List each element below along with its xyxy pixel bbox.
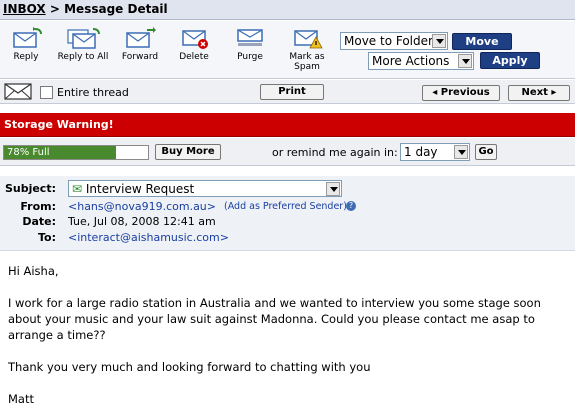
previous-label: Previous (440, 87, 490, 98)
chevron-down-icon (454, 145, 468, 159)
next-button[interactable]: Next ▸ (508, 85, 570, 101)
forward-button[interactable]: Forward (116, 27, 164, 62)
reply-label: Reply (13, 52, 39, 62)
forward-label: Forward (121, 52, 159, 62)
breadcrumb-inbox-link[interactable]: INBOX (3, 2, 46, 16)
purge-button[interactable]: Purge (228, 27, 272, 62)
mark-as-spam-label: Mark as Spam (289, 52, 325, 72)
breadcrumb: INBOX > Message Detail (3, 2, 168, 16)
remind-interval-value: 1 day (404, 145, 438, 159)
previous-button[interactable]: ◂ Previous (422, 85, 500, 101)
storage-quota-bar: 78% Full Buy More or remind me again in:… (0, 138, 575, 166)
move-to-folder-select[interactable]: Move to Folder (340, 32, 448, 50)
reply-all-icon (54, 27, 112, 49)
reply-button[interactable]: Reply (4, 27, 48, 62)
help-icon[interactable]: ? (346, 201, 356, 211)
chevron-down-icon (326, 182, 340, 196)
go-button[interactable]: Go (475, 144, 497, 160)
to-address-link[interactable]: <interact@aishamusic.com> (68, 231, 229, 244)
spam-icon (282, 27, 332, 49)
body-paragraph: I work for a large radio station in Aust… (8, 296, 541, 342)
storage-warning-banner: Storage Warning! (0, 113, 575, 137)
storage-usage-text: 78% Full (7, 147, 50, 158)
chevron-down-icon (458, 54, 472, 68)
body-paragraph: Thank you very much and looking forward … (8, 360, 371, 374)
mark-as-spam-button[interactable]: Mark as Spam (282, 27, 332, 72)
message-body: Hi Aisha, I work for a large radio stati… (8, 263, 568, 411)
delete-button[interactable]: Delete (172, 27, 216, 62)
reply-icon (4, 27, 48, 49)
forward-icon (116, 27, 164, 49)
message-header: Subject: ✉ Interview Request From: <hans… (0, 176, 575, 251)
remind-label: or remind me again in: (272, 146, 398, 159)
page-title: Message Detail (64, 2, 168, 16)
subject-value: Interview Request (85, 182, 195, 196)
remind-interval-select[interactable]: 1 day (400, 143, 470, 161)
reply-all-button[interactable]: Reply to All (54, 27, 112, 62)
from-address-link[interactable]: <hans@nova919.com.au> (68, 200, 216, 213)
body-paragraph: Hi Aisha, (8, 264, 59, 278)
message-toolbar: Reply Reply to All Forward Delete Purge … (0, 21, 575, 79)
move-button[interactable]: Move (452, 33, 512, 50)
subject-label: Subject: (4, 182, 56, 195)
to-label: To: (38, 231, 56, 244)
date-value: Tue, Jul 08, 2008 12:41 am (68, 215, 216, 228)
more-actions-value: More Actions (372, 54, 450, 68)
date-label: Date: (22, 215, 56, 228)
chevron-down-icon (432, 34, 446, 48)
envelope-icon (4, 83, 32, 103)
delete-icon (172, 27, 216, 49)
apply-button[interactable]: Apply (480, 52, 540, 69)
more-actions-select[interactable]: More Actions (368, 52, 474, 70)
chevron-left-icon: ◂ (432, 87, 441, 98)
entire-thread-checkbox[interactable] (40, 86, 53, 99)
move-to-folder-value: Move to Folder (344, 34, 433, 48)
reply-all-label: Reply to All (57, 52, 109, 62)
subject-select[interactable]: ✉ Interview Request (68, 180, 342, 197)
entire-thread-label: Entire thread (57, 86, 129, 99)
print-button[interactable]: Print (260, 84, 324, 100)
breadcrumb-separator: > (45, 2, 65, 16)
chevron-right-icon: ▸ (547, 87, 557, 98)
thread-action-bar: Entire thread Print ◂ Previous Next ▸ (0, 80, 575, 104)
delete-label: Delete (179, 52, 209, 62)
add-preferred-sender-link[interactable]: (Add as Preferred Sender) (224, 201, 347, 212)
from-label: From: (20, 200, 56, 213)
storage-progress-bar: 78% Full (3, 145, 149, 160)
buy-more-button[interactable]: Buy More (155, 144, 221, 160)
title-bar: INBOX > Message Detail (0, 0, 575, 20)
subject-mail-icon: ✉ (72, 182, 86, 196)
body-paragraph: Matt (8, 392, 34, 406)
next-label: Next (521, 87, 548, 98)
purge-label: Purge (237, 52, 263, 62)
purge-icon (228, 27, 272, 49)
